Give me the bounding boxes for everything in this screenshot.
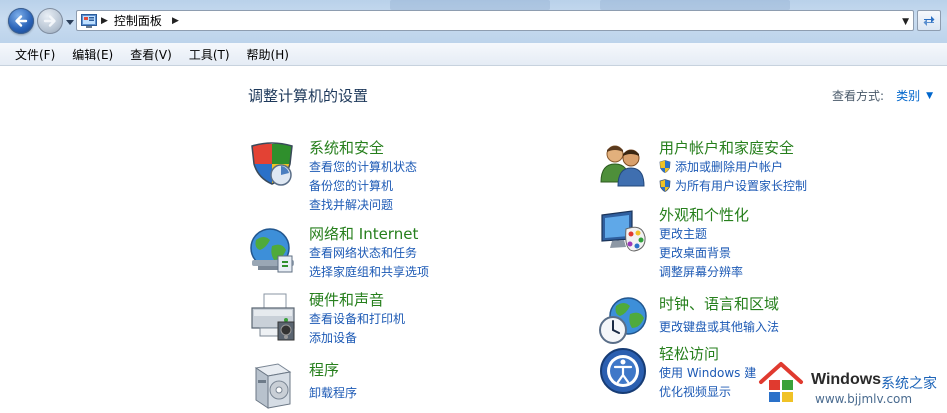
- shield-icon[interactable]: [248, 140, 298, 190]
- background-ghost: [600, 0, 790, 10]
- house-logo-icon: [759, 362, 803, 402]
- chevron-down-icon[interactable]: ▼: [926, 91, 933, 101]
- category-title[interactable]: 外观和个性化: [659, 204, 749, 225]
- programs-box-icon[interactable]: [248, 362, 298, 412]
- link-screen-resolution[interactable]: 调整屏幕分辨率: [659, 263, 743, 280]
- arrow-left-icon: [15, 15, 28, 27]
- menu-bar: 文件(F) 编辑(E) 查看(V) 工具(T) 帮助(H): [0, 43, 947, 66]
- view-by-label: 查看方式:: [832, 89, 885, 103]
- uac-shield-icon: [659, 179, 671, 192]
- category-title[interactable]: 轻松访问: [659, 343, 719, 364]
- globe-clock-icon[interactable]: [598, 296, 648, 346]
- back-button[interactable]: [8, 8, 34, 34]
- link-change-theme[interactable]: 更改主题: [659, 225, 707, 242]
- menu-edit[interactable]: 编辑(E): [71, 46, 114, 63]
- link-uninstall-program[interactable]: 卸载程序: [309, 384, 357, 401]
- window-titlebar: ▶ 控制面板 ▶ ▼: [0, 0, 947, 43]
- printer-icon[interactable]: [248, 292, 298, 342]
- link-view-computer-status[interactable]: 查看您的计算机状态: [309, 158, 417, 175]
- watermark-url: www.bjjmlv.com: [815, 392, 913, 406]
- monitor-palette-icon[interactable]: [598, 207, 648, 257]
- ease-of-access-icon[interactable]: [598, 346, 648, 396]
- watermark: Windows 系统之家 www.bjjmlv.com: [755, 356, 947, 413]
- category-title[interactable]: 程序: [309, 359, 339, 380]
- breadcrumb-separator-icon[interactable]: ▶: [172, 16, 179, 26]
- link-troubleshoot[interactable]: 查找并解决问题: [309, 196, 393, 213]
- forward-button[interactable]: [37, 8, 63, 34]
- category-title[interactable]: 系统和安全: [309, 137, 384, 158]
- recent-pages-dropdown-icon[interactable]: [66, 18, 74, 26]
- link-label[interactable]: 添加或删除用户帐户: [675, 158, 783, 175]
- view-by-select[interactable]: 类别: [896, 87, 920, 104]
- link-add-device[interactable]: 添加设备: [309, 329, 357, 346]
- breadcrumb-control-panel[interactable]: 控制面板: [114, 12, 162, 29]
- category-title[interactable]: 硬件和声音: [309, 289, 384, 310]
- breadcrumb-separator-icon[interactable]: ▶: [101, 16, 108, 26]
- category-title[interactable]: 网络和 Internet: [309, 223, 418, 244]
- watermark-brand: Windows: [811, 371, 882, 388]
- view-by: 查看方式: 类别 ▼: [832, 87, 933, 104]
- menu-file[interactable]: 文件(F): [14, 46, 56, 63]
- watermark-site: 系统之家: [881, 376, 937, 392]
- link-windows-suggested[interactable]: 使用 Windows 建: [659, 364, 756, 381]
- users-icon[interactable]: [598, 140, 648, 190]
- link-devices-printers[interactable]: 查看设备和打印机: [309, 310, 405, 327]
- control-panel-icon: [81, 13, 97, 28]
- menu-view[interactable]: 查看(V): [129, 46, 173, 63]
- uac-shield-icon: [659, 160, 671, 173]
- address-dropdown-icon[interactable]: ▼: [902, 17, 909, 27]
- link-add-remove-accounts[interactable]: 添加或删除用户帐户: [659, 158, 783, 175]
- refresh-button[interactable]: [917, 10, 941, 31]
- background-ghost: [390, 0, 550, 10]
- link-change-background[interactable]: 更改桌面背景: [659, 244, 731, 261]
- link-backup-computer[interactable]: 备份您的计算机: [309, 177, 393, 194]
- menu-tools[interactable]: 工具(T): [188, 46, 231, 63]
- page-title: 调整计算机的设置: [248, 87, 369, 105]
- address-bar[interactable]: ▶ 控制面板 ▶ ▼: [76, 10, 914, 31]
- link-keyboard-input[interactable]: 更改键盘或其他输入法: [659, 318, 779, 335]
- menu-help[interactable]: 帮助(H): [246, 46, 290, 63]
- category-title[interactable]: 用户帐户和家庭安全: [659, 137, 794, 158]
- link-label[interactable]: 为所有用户设置家长控制: [675, 177, 807, 194]
- refresh-icon: [923, 15, 935, 26]
- network-globe-icon[interactable]: [248, 226, 298, 276]
- arrow-right-icon: [43, 15, 56, 27]
- link-parental-controls[interactable]: 为所有用户设置家长控制: [659, 177, 807, 194]
- link-network-status[interactable]: 查看网络状态和任务: [309, 244, 417, 261]
- link-homegroup-sharing[interactable]: 选择家庭组和共享选项: [309, 263, 429, 280]
- link-optimize-display[interactable]: 优化视频显示: [659, 383, 731, 400]
- category-title[interactable]: 时钟、语言和区域: [659, 293, 779, 314]
